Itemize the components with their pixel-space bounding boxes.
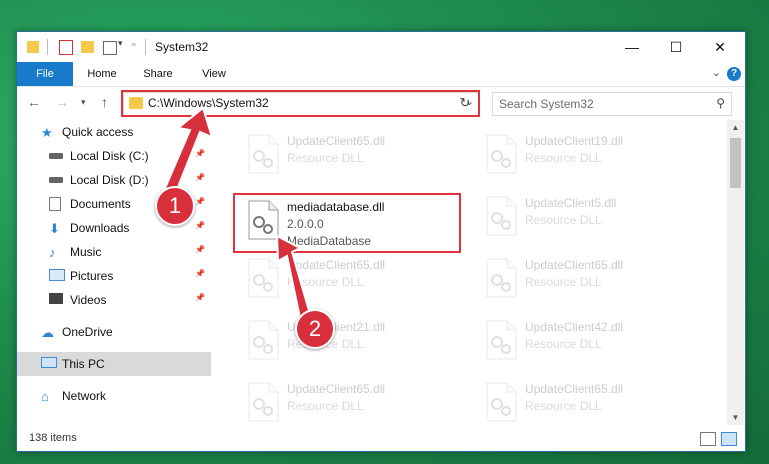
callout-badge-1: 1	[155, 186, 195, 226]
arrow-to-file	[275, 234, 312, 320]
callout-badge-2: 2	[295, 309, 335, 349]
arrow-to-address-bar	[161, 106, 214, 199]
annotation-arrows	[161, 106, 312, 320]
